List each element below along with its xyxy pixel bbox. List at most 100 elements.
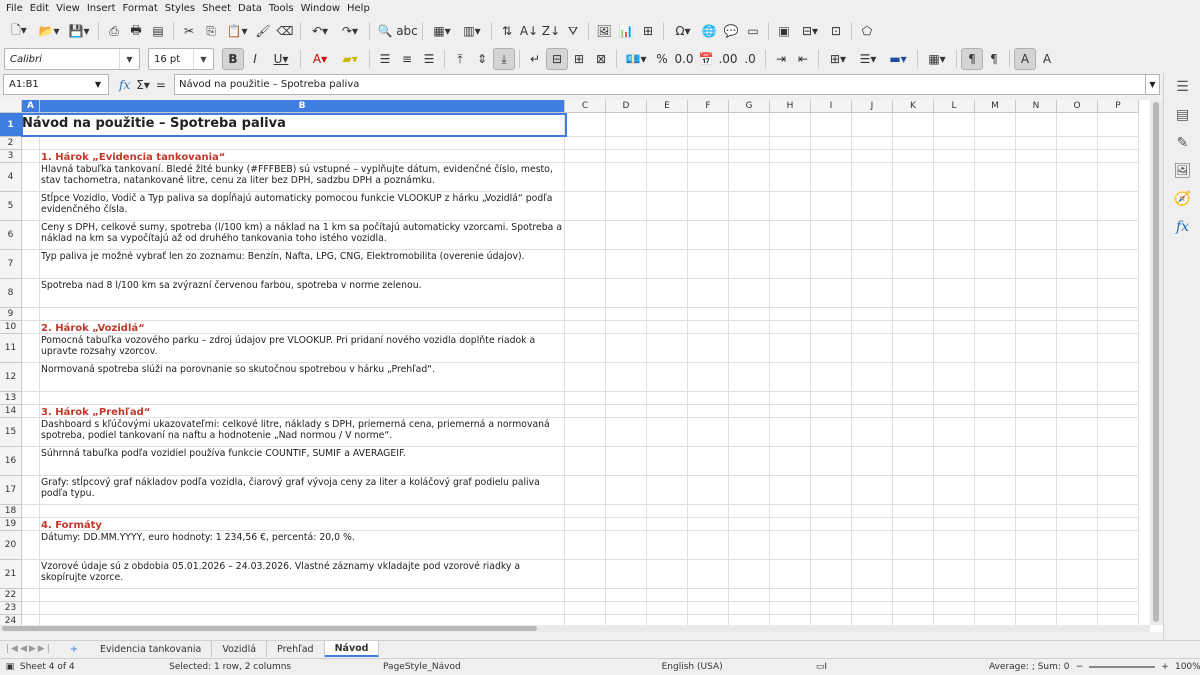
cell-f[interactable] (688, 192, 729, 221)
cell-a[interactable] (22, 221, 40, 250)
cell-d[interactable] (606, 334, 647, 363)
cell-n[interactable] (1016, 363, 1057, 392)
font-size-combo[interactable]: 16 pt ▼ (148, 48, 214, 70)
cell-a[interactable] (22, 392, 40, 405)
menu-edit[interactable]: Edit (30, 0, 56, 17)
row-header[interactable]: 13 (0, 392, 22, 405)
cell-a[interactable] (22, 405, 40, 418)
cell-n[interactable] (1016, 518, 1057, 531)
pivot-table-icon[interactable]: ⊞ (637, 20, 659, 42)
currency-format-icon[interactable]: 💶▾ (621, 48, 651, 70)
menu-styles[interactable]: Styles (165, 0, 202, 17)
cell-e[interactable] (647, 392, 688, 405)
cell-o[interactable] (1057, 505, 1098, 518)
menu-view[interactable]: View (56, 0, 87, 17)
name-box[interactable]: A1:B1 ▼ (3, 74, 109, 95)
cell-i[interactable] (811, 505, 852, 518)
cell-i[interactable] (811, 308, 852, 321)
cell-m[interactable] (975, 447, 1016, 476)
cell-f[interactable] (688, 250, 729, 279)
cell-f[interactable] (688, 150, 729, 163)
add-decimal-icon[interactable]: .00 (717, 48, 739, 70)
cell-d[interactable] (606, 221, 647, 250)
cell-f[interactable] (688, 418, 729, 447)
cell-g[interactable] (729, 447, 770, 476)
split-window-icon[interactable]: ⊡ (825, 20, 847, 42)
cell-l[interactable] (934, 137, 975, 150)
cell-k[interactable] (893, 334, 934, 363)
cell-b[interactable]: Dátumy: DD.MM.YYYY, euro hodnoty: 1 234,… (40, 531, 565, 560)
cell-p[interactable] (1098, 531, 1139, 560)
cell-i[interactable] (811, 589, 852, 602)
cell-l[interactable] (934, 363, 975, 392)
cell-f[interactable] (688, 279, 729, 308)
menu-insert[interactable]: Insert (87, 0, 123, 17)
copy-icon[interactable]: ⎘ (200, 20, 222, 42)
cell-e[interactable] (647, 602, 688, 615)
cell-h[interactable] (770, 505, 811, 518)
cell-e[interactable] (647, 560, 688, 589)
cell-d[interactable] (606, 518, 647, 531)
row-header[interactable]: 6 (0, 221, 22, 250)
column-header-d[interactable]: D (606, 100, 647, 113)
column-header-k[interactable]: K (893, 100, 934, 113)
cell-i[interactable] (811, 560, 852, 589)
cell-l[interactable] (934, 505, 975, 518)
cell-c[interactable] (565, 560, 606, 589)
cell-e[interactable] (647, 321, 688, 334)
cell-i[interactable] (811, 531, 852, 560)
vertical-scroll-thumb[interactable] (1153, 102, 1159, 622)
cell-h[interactable] (770, 192, 811, 221)
cell-l[interactable] (934, 405, 975, 418)
cell-k[interactable] (893, 221, 934, 250)
print-icon[interactable]: 🖶 (125, 20, 147, 42)
cell-p[interactable] (1098, 150, 1139, 163)
cell-o[interactable] (1057, 363, 1098, 392)
cell-k[interactable] (893, 505, 934, 518)
cell-g[interactable] (729, 363, 770, 392)
cell-n[interactable] (1016, 334, 1057, 363)
autofilter-icon[interactable]: ⛛ (562, 20, 584, 42)
comment-icon[interactable]: 💬 (720, 20, 742, 42)
cell-n[interactable] (1016, 137, 1057, 150)
cell-h[interactable] (770, 163, 811, 192)
text-horizontal-icon[interactable]: A (1014, 48, 1036, 70)
row-header[interactable]: 17 (0, 476, 22, 505)
cell-f[interactable] (688, 163, 729, 192)
cell-j[interactable] (852, 137, 893, 150)
cell-d[interactable] (606, 602, 647, 615)
row-header[interactable]: 11 (0, 334, 22, 363)
cell-h[interactable] (770, 150, 811, 163)
cell-p[interactable] (1098, 363, 1139, 392)
cell-a[interactable] (22, 418, 40, 447)
cell-o[interactable] (1057, 334, 1098, 363)
cell-l[interactable] (934, 531, 975, 560)
cell-g[interactable] (729, 334, 770, 363)
increase-indent-icon[interactable]: ⇥ (770, 48, 792, 70)
delete-decimal-icon[interactable]: .0 (739, 48, 761, 70)
underline-icon[interactable]: U▾ (266, 48, 296, 70)
align-right-icon[interactable]: ☰ (418, 48, 440, 70)
cell-h[interactable] (770, 279, 811, 308)
cell-o[interactable] (1057, 250, 1098, 279)
decrease-indent-icon[interactable]: ⇤ (792, 48, 814, 70)
select-all-corner[interactable] (0, 100, 22, 113)
cell-o[interactable] (1057, 221, 1098, 250)
cell-h[interactable] (770, 447, 811, 476)
cell-o[interactable] (1057, 476, 1098, 505)
cell-n[interactable] (1016, 476, 1057, 505)
styles-icon[interactable]: ✎ (1164, 129, 1200, 157)
section-heading-cell[interactable]: 4. Formáty (40, 518, 565, 531)
cell-m[interactable] (975, 405, 1016, 418)
formula-input[interactable]: Návod na použitie – Spotreba paliva (174, 74, 1146, 95)
cell-l[interactable] (934, 334, 975, 363)
export-pdf-icon[interactable]: ⎙ (103, 20, 125, 42)
spelling-icon[interactable]: abc (396, 20, 418, 42)
cell-j[interactable] (852, 334, 893, 363)
cell-m[interactable] (975, 602, 1016, 615)
cell-j[interactable] (852, 163, 893, 192)
chevron-down-icon[interactable]: ▼ (88, 75, 108, 94)
headers-footers-icon[interactable]: ▭ (742, 20, 764, 42)
cell-i[interactable] (811, 602, 852, 615)
cell-i[interactable] (811, 192, 852, 221)
